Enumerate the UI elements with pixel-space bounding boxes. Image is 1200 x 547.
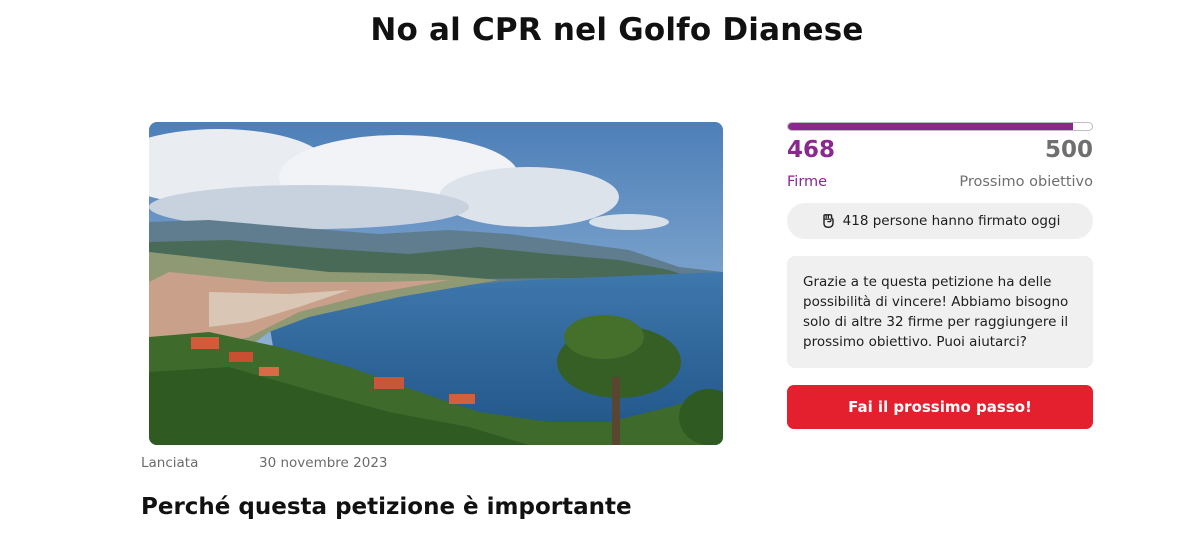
signature-progress-fill <box>788 123 1073 130</box>
petition-title: No al CPR nel Golfo Dianese <box>370 12 864 48</box>
signature-goal: 500 <box>1044 137 1093 163</box>
signature-goal-label: Prossimo obiettivo <box>959 174 1093 190</box>
petition-hero-image <box>149 122 723 445</box>
next-step-button[interactable]: Fai il prossimo passo! <box>787 385 1093 429</box>
why-important-heading: Perché questa petizione è importante <box>141 494 632 520</box>
signature-count: 468 <box>787 137 836 163</box>
encouragement-text: Grazie a te questa petizione ha delle po… <box>803 274 1069 350</box>
coastline-photo <box>149 122 723 445</box>
signature-progress-bar <box>787 122 1093 131</box>
petition-page: No al CPR nel Golfo Dianese Lanciata 30 … <box>0 0 1200 547</box>
signed-today-text: 418 persone hanno firmato oggi <box>842 213 1061 229</box>
encouragement-box: Grazie a te questa petizione ha delle po… <box>787 256 1093 368</box>
raised-fist-icon <box>820 213 836 229</box>
launch-label: Lanciata <box>141 455 199 471</box>
launch-date: 30 novembre 2023 <box>259 455 388 471</box>
signature-count-label: Firme <box>787 174 828 190</box>
signed-today-badge: 418 persone hanno firmato oggi <box>787 203 1093 239</box>
